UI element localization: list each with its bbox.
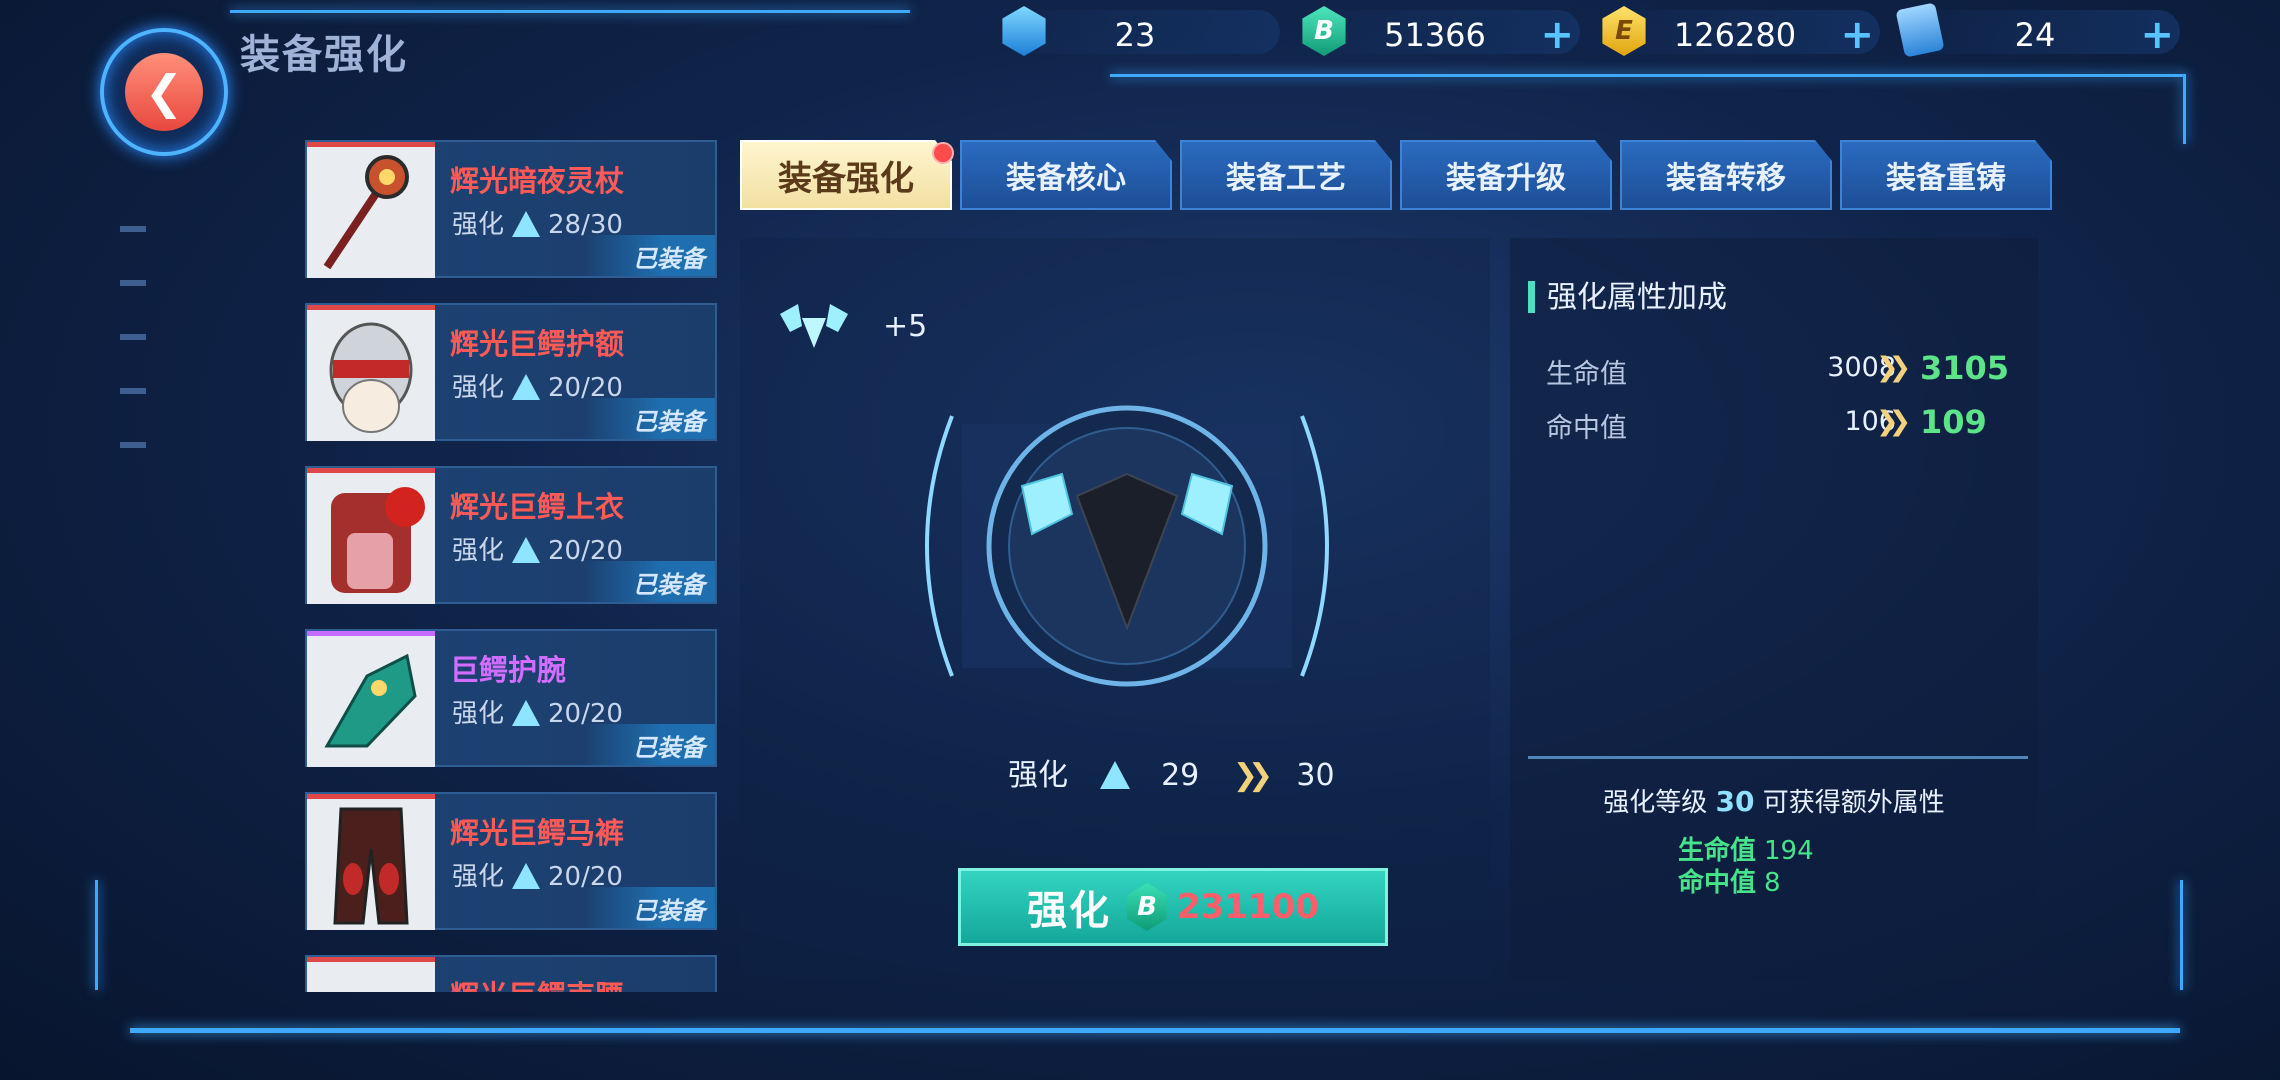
attribute-row: 命中值 106 ❯❯ 109 [1546,403,1987,444]
strength-icon [512,211,541,237]
add-b-coin-button[interactable]: + [1540,12,1574,58]
enhance-button-label: 强化 [1027,888,1112,934]
b-coin-icon: B [1302,6,1346,56]
pants-icon [307,794,435,930]
strength-icon [512,374,541,400]
side-tick [120,280,146,286]
currency-e-coin: E 126280 + [1602,6,1880,58]
arrow-icon: ❯❯ [1232,758,1273,793]
strength-icon [512,537,541,563]
card-ticket-icon [1895,2,1945,58]
equipped-badge: 已装备 [583,235,715,276]
currency-b-coin: B 51366 + [1302,6,1580,58]
notification-dot [932,142,954,164]
strength-level-row: 强化 29 ❯❯ 30 [1008,758,1335,793]
equipped-badge: 已装备 [583,398,715,439]
strength-icon [512,863,541,889]
bracer-icon [307,631,435,767]
back-arrow-icon: ❮ [125,53,203,131]
currency-value: 23 [1114,16,1156,54]
frame-left-line [95,880,98,990]
frame-top-line [230,10,910,13]
currency-value: 126280 [1673,16,1797,54]
equipment-name: 巨鳄护腕 [450,653,567,687]
currency-ticket: 24 + [1895,2,2180,58]
crystal-icon [1002,6,1046,56]
equipment-name: 辉光巨鳄束腰 [450,973,624,992]
currency-crystal: 23 [1002,6,1280,56]
gem-display [912,396,1342,696]
side-tick [120,226,146,232]
currency-value: 24 [2014,16,2056,54]
equipment-item[interactable]: 辉光巨鳄束腰 [305,955,717,992]
b-coin-icon: B [1127,883,1167,931]
equipment-item[interactable]: 辉光巨鳄上衣 强化 20/20 已装备 [305,466,717,604]
enhance-cost: 231100 [1177,887,1319,927]
equipped-badge: 已装备 [583,561,715,602]
equipment-name: 辉光暗夜灵杖 [450,164,625,198]
side-tick [120,442,146,448]
side-tick [120,334,146,340]
frame-right-bottom-line [2180,880,2183,990]
add-e-coin-button[interactable]: + [1840,12,1874,58]
helmet-icon [307,305,435,441]
e-coin-icon: E [1602,6,1646,56]
equipment-name: 辉光巨鳄马裤 [450,816,625,850]
divider [1528,756,2028,759]
tab-upgrade[interactable]: 装备升级 [1400,140,1612,210]
heading-bar [1528,281,1535,313]
side-tick [120,388,146,394]
equipped-badge: 已装备 [583,887,715,928]
tab-enhance[interactable]: 装备强化 [740,140,952,210]
page-title: 装备强化 [240,32,408,78]
extra-bonus-title: 强化等级 30 可获得额外属性 [1603,785,1945,818]
arrow-icon: ❯❯ [1876,352,1911,383]
equipment-item[interactable]: 辉光巨鳄护额 强化 20/20 已装备 [305,303,717,441]
currency-value: 51366 [1384,16,1486,54]
add-ticket-button[interactable]: + [2140,12,2174,58]
extra-bonus-row: 命中值 8 [1678,868,1781,898]
strength-icon [512,700,541,726]
equipment-item[interactable]: 巨鳄护腕 强化 20/20 已装备 [305,629,717,767]
equipment-name: 辉光巨鳄上衣 [450,490,625,524]
belt-icon [307,957,435,992]
frame-right-line [2183,74,2186,144]
gem-icon [776,298,852,358]
tab-reforge[interactable]: 装备重铸 [1840,140,2052,210]
strength-icon [1099,761,1130,789]
attribute-row: 生命值 3008 ❯❯ 3105 [1546,349,2010,390]
frame-top-line-2 [1110,74,2185,77]
equipment-name: 辉光巨鳄护额 [450,327,625,361]
frame-bottom-line [130,1028,2180,1033]
arrow-icon: ❯❯ [1876,406,1911,437]
tab-core[interactable]: 装备核心 [960,140,1172,210]
gem-bonus: +5 [883,309,928,344]
equipment-item[interactable]: 辉光巨鳄马裤 强化 20/20 已装备 [305,792,717,930]
back-button[interactable]: ❮ [100,28,228,156]
equipped-badge: 已装备 [583,724,715,765]
enhance-button[interactable]: 强化 B 231100 [958,868,1388,946]
staff-icon [307,142,435,278]
tab-transfer[interactable]: 装备转移 [1620,140,1832,210]
equipment-list[interactable]: 辉光暗夜灵杖 强化 28/30 已装备 辉光巨鳄护额 强化 20/20 已装备 辉光… [305,140,717,992]
attribute-heading: 强化属性加成 [1528,272,1727,316]
tab-craft[interactable]: 装备工艺 [1180,140,1392,210]
armor-icon [307,468,435,604]
equipment-item[interactable]: 辉光暗夜灵杖 强化 28/30 已装备 [305,140,717,278]
